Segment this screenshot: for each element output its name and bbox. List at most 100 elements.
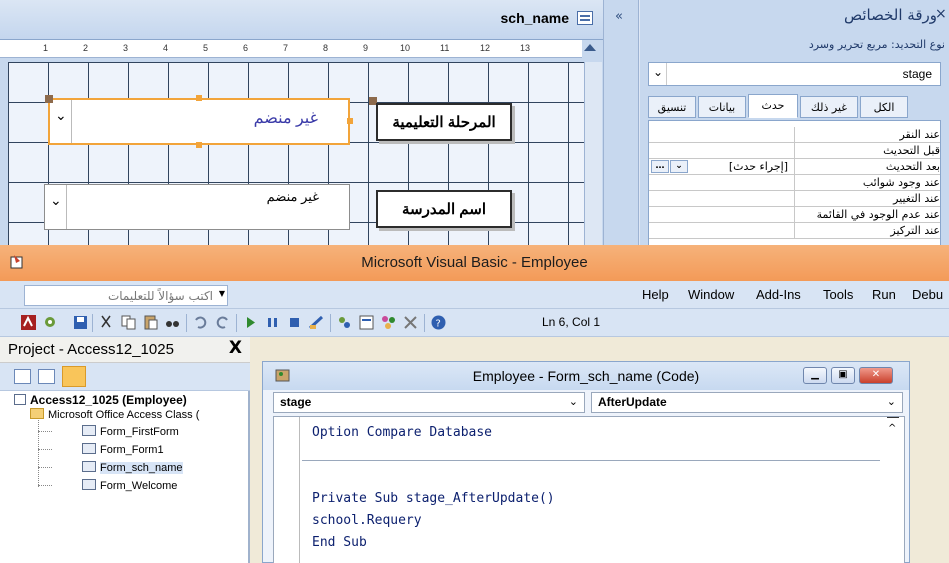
design-mode-icon[interactable] bbox=[308, 314, 325, 331]
close-icon[interactable]: ✕ bbox=[859, 367, 893, 384]
resize-handle[interactable] bbox=[347, 118, 353, 124]
project-explorer-icon[interactable] bbox=[336, 314, 353, 331]
close-icon[interactable]: X bbox=[229, 338, 242, 358]
code-line[interactable]: Private Sub stage_AfterUpdate() bbox=[312, 491, 555, 506]
code-line[interactable]: End Sub bbox=[312, 535, 367, 550]
property-value[interactable] bbox=[649, 191, 795, 206]
collapse-icon[interactable]: « bbox=[615, 9, 623, 24]
menu-window[interactable]: Window bbox=[688, 287, 734, 302]
property-row[interactable]: عند التركيز bbox=[649, 223, 940, 239]
find-icon[interactable] bbox=[164, 314, 181, 331]
access-icon[interactable] bbox=[20, 314, 37, 331]
properties-window-icon[interactable] bbox=[358, 314, 375, 331]
designer-scrollbar[interactable] bbox=[584, 62, 602, 272]
move-handle[interactable] bbox=[45, 95, 53, 103]
school-label[interactable]: اسم المدرسة bbox=[376, 190, 512, 228]
code-scrollbar[interactable]: ^ bbox=[882, 417, 904, 563]
project-explorer-title-bar[interactable]: Project - Access12_1025 X bbox=[0, 337, 250, 363]
stage-combobox[interactable]: غير منضم bbox=[48, 98, 350, 145]
tree-node-form[interactable]: Form_Welcome bbox=[82, 479, 177, 492]
tab-other[interactable]: غير ذلك bbox=[800, 96, 858, 118]
chevron-down-icon[interactable]: ⌄ bbox=[887, 395, 896, 408]
help-icon[interactable]: ? bbox=[430, 314, 447, 331]
chevron-down-icon[interactable] bbox=[649, 63, 667, 85]
paste-icon[interactable] bbox=[142, 314, 159, 331]
resize-handle[interactable] bbox=[196, 142, 202, 148]
object-browser-icon[interactable] bbox=[380, 314, 397, 331]
copy-icon[interactable] bbox=[120, 314, 137, 331]
menu-tools[interactable]: Tools bbox=[823, 287, 853, 302]
tree-node-folder[interactable]: Microsoft Office Access Class ( bbox=[30, 408, 199, 421]
break-icon[interactable] bbox=[264, 314, 281, 331]
view-code-icon[interactable] bbox=[14, 369, 31, 384]
menu-help[interactable]: Help bbox=[642, 287, 669, 302]
tree-node-form[interactable]: Form_FirstForm bbox=[82, 425, 179, 438]
chevron-up-icon[interactable]: ^ bbox=[888, 423, 896, 434]
toggle-folders-icon[interactable] bbox=[62, 366, 86, 387]
property-row[interactable]: قبل التحديث bbox=[649, 143, 940, 159]
object-combobox[interactable]: stage ⌄ bbox=[273, 392, 585, 413]
property-value[interactable] bbox=[649, 143, 795, 158]
property-value[interactable]: [إجراء حدث] … ⌄ bbox=[649, 159, 795, 174]
property-row[interactable]: عند عدم الوجود في القائمة bbox=[649, 207, 940, 223]
form-tab[interactable]: sch_name bbox=[0, 0, 603, 40]
chevron-down-icon[interactable]: ▼ bbox=[219, 289, 225, 298]
chevron-down-icon[interactable] bbox=[50, 100, 72, 143]
view-object-icon[interactable] bbox=[38, 369, 55, 384]
property-value[interactable] bbox=[649, 127, 795, 142]
menu-add-ins[interactable]: Add-Ins bbox=[756, 287, 801, 302]
margin-indicator-bar[interactable] bbox=[274, 417, 300, 563]
tree-node-form[interactable]: Form_Form1 bbox=[82, 443, 164, 456]
procedure-combobox[interactable]: AfterUpdate ⌄ bbox=[591, 392, 903, 413]
minimize-icon[interactable]: ▁ bbox=[803, 367, 827, 384]
vbe-title: Microsoft Visual Basic - Employee bbox=[361, 254, 588, 271]
restore-icon[interactable]: ▣ bbox=[831, 367, 855, 384]
toolbox-icon[interactable] bbox=[402, 314, 419, 331]
code-editor[interactable]: Option Compare Database Private Sub stag… bbox=[273, 416, 905, 563]
ruler-number: 13 bbox=[520, 43, 531, 53]
menu-debug[interactable]: Debu bbox=[912, 287, 943, 302]
tree-node-project[interactable]: Access12_1025 (Employee) bbox=[14, 393, 187, 407]
builder-button[interactable]: … bbox=[651, 160, 669, 173]
code-window-title-bar[interactable]: Employee - Form_sch_name (Code) ▁ ▣ ✕ bbox=[263, 362, 909, 390]
close-icon[interactable]: × bbox=[935, 6, 949, 22]
menu-run[interactable]: Run bbox=[872, 287, 896, 302]
design-grid[interactable] bbox=[8, 62, 584, 272]
cut-icon[interactable] bbox=[98, 314, 115, 331]
tree-line bbox=[38, 413, 39, 487]
insert-userform-icon[interactable] bbox=[42, 314, 59, 331]
school-combobox[interactable]: غير منضم bbox=[44, 184, 350, 230]
tab-event[interactable]: حدث bbox=[748, 94, 798, 118]
property-value[interactable] bbox=[649, 175, 795, 190]
property-row[interactable]: عند وجود شوائب bbox=[649, 175, 940, 191]
property-value[interactable] bbox=[649, 223, 795, 238]
property-row[interactable]: عند التغيير bbox=[649, 191, 940, 207]
vbe-title-bar[interactable]: Microsoft Visual Basic - Employee bbox=[0, 245, 949, 281]
chevron-down-icon[interactable]: ⌄ bbox=[670, 160, 688, 173]
collapse-pane-bar[interactable]: « bbox=[603, 0, 639, 272]
help-search-input[interactable]: اكتب سؤالاً للتعليمات ▼ bbox=[24, 285, 228, 306]
tree-node-form-selected[interactable]: Form_sch_name bbox=[82, 461, 183, 474]
property-row[interactable]: عند النقر bbox=[649, 127, 940, 143]
tab-format[interactable]: تنسيق bbox=[648, 96, 696, 118]
tree-node-label: Access12_1025 (Employee) bbox=[30, 393, 187, 407]
redo-icon[interactable] bbox=[214, 314, 231, 331]
object-selector[interactable]: stage bbox=[648, 62, 941, 86]
chevron-down-icon[interactable]: ⌄ bbox=[569, 395, 578, 408]
run-icon[interactable] bbox=[242, 314, 259, 331]
chevron-down-icon[interactable] bbox=[45, 185, 67, 229]
tab-data[interactable]: بيانات bbox=[698, 96, 746, 118]
code-line[interactable]: school.Requery bbox=[312, 513, 422, 528]
property-row[interactable]: [إجراء حدث] … ⌄ بعد التحديث bbox=[649, 159, 940, 175]
reset-icon[interactable] bbox=[286, 314, 303, 331]
resize-handle[interactable] bbox=[196, 95, 202, 101]
tab-all[interactable]: الكل bbox=[860, 96, 908, 118]
scroll-thumb[interactable] bbox=[887, 417, 899, 418]
code-line[interactable]: Option Compare Database bbox=[312, 425, 492, 440]
ruler-scroll-arrow[interactable] bbox=[584, 44, 596, 51]
stage-label[interactable]: المرحلة التعليمية bbox=[376, 103, 512, 141]
property-value[interactable] bbox=[649, 207, 795, 222]
save-icon[interactable] bbox=[72, 314, 89, 331]
undo-icon[interactable] bbox=[192, 314, 209, 331]
help-search-placeholder: اكتب سؤالاً للتعليمات bbox=[107, 289, 213, 303]
